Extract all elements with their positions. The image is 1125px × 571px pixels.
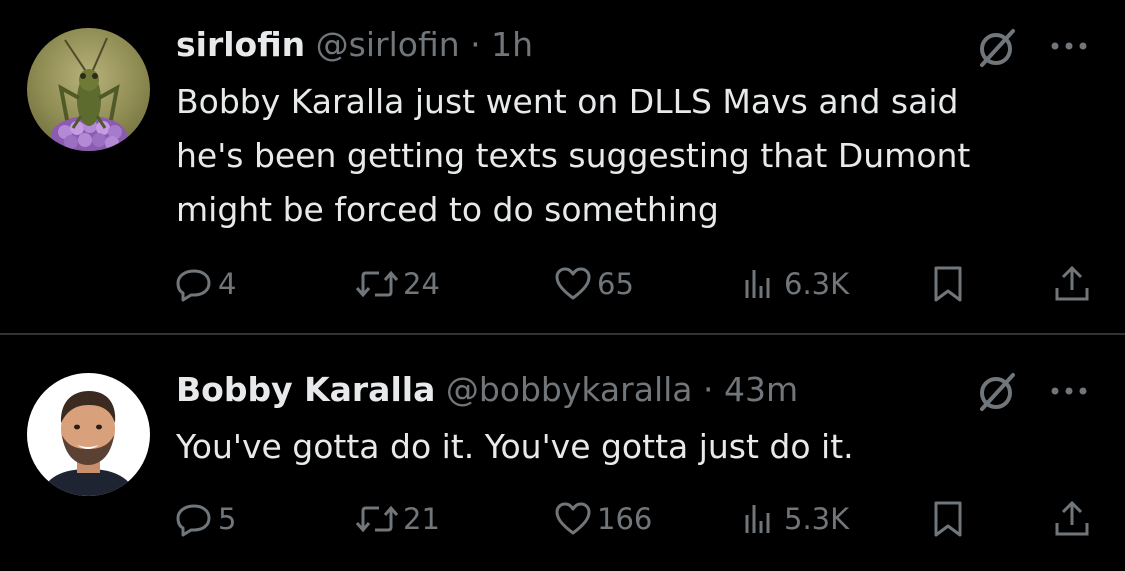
tweet-text: You've gotta do it. You've gotta just do…	[176, 427, 854, 466]
tweet-actions: 4 24 65 6.3K	[0, 259, 1125, 309]
user-handle[interactable]: @bobbykaralla	[446, 370, 693, 409]
share-button[interactable]	[1052, 259, 1092, 309]
bookmark-button[interactable]	[928, 259, 968, 309]
like-count: 65	[597, 267, 634, 301]
retweet-count: 21	[403, 502, 440, 536]
avatar[interactable]	[27, 373, 150, 496]
reply-count: 5	[218, 502, 237, 536]
separator: ·	[470, 25, 481, 64]
reply-button[interactable]: 5	[174, 494, 236, 544]
retweet-button[interactable]: 24	[355, 259, 440, 309]
tweet-text: Bobby Karalla just went on DLLS Mavs and…	[176, 82, 971, 229]
bookmark-button[interactable]	[928, 494, 968, 544]
bookmark-icon	[934, 266, 962, 302]
share-icon	[1055, 500, 1089, 536]
tweet-header: Bobby Karalla @bobbykaralla · 43m	[176, 368, 975, 412]
bookmark-icon	[934, 501, 962, 537]
reply-icon	[176, 504, 211, 537]
retweet-icon	[355, 270, 399, 298]
tweet-header: sirlofin @sirlofin · 1h	[176, 23, 975, 67]
user-handle[interactable]: @sirlofin	[316, 25, 460, 64]
reply-button[interactable]: 4	[174, 259, 236, 309]
tweet-actions: 5 21 166 5.3K	[0, 494, 1125, 544]
reply-count: 4	[218, 267, 237, 301]
display-name[interactable]: Bobby Karalla	[176, 370, 435, 409]
grok-icon[interactable]	[973, 25, 1019, 71]
tweet[interactable]: sirlofin @sirlofin · 1h Bobby Karalla ju…	[0, 0, 1125, 334]
views-icon	[745, 505, 770, 533]
timestamp[interactable]: 1h	[491, 25, 533, 64]
view-count: 5.3K	[784, 502, 850, 536]
avatar[interactable]	[27, 28, 150, 151]
like-count: 166	[597, 502, 653, 536]
timestamp[interactable]: 43m	[724, 370, 798, 409]
view-count: 6.3K	[784, 267, 850, 301]
heart-icon	[555, 267, 591, 300]
more-icon[interactable]	[1047, 24, 1091, 68]
reply-icon	[176, 269, 211, 302]
views-icon	[745, 270, 770, 298]
share-icon	[1055, 265, 1089, 301]
retweet-count: 24	[403, 267, 440, 301]
like-button[interactable]: 65	[553, 259, 634, 309]
grok-icon[interactable]	[973, 369, 1019, 415]
smiling-man-avatar-image	[27, 373, 150, 496]
retweet-icon	[355, 505, 399, 533]
share-button[interactable]	[1052, 494, 1092, 544]
views-button[interactable]: 6.3K	[740, 259, 849, 309]
tweet[interactable]: Bobby Karalla @bobbykaralla · 43m You've…	[0, 335, 1125, 571]
retweet-button[interactable]: 21	[355, 494, 440, 544]
more-icon[interactable]	[1047, 369, 1091, 413]
like-button[interactable]: 166	[553, 494, 652, 544]
grasshopper-avatar-image	[27, 28, 150, 151]
heart-icon	[555, 502, 591, 535]
separator: ·	[703, 370, 714, 409]
views-button[interactable]: 5.3K	[740, 494, 849, 544]
display-name[interactable]: sirlofin	[176, 25, 305, 64]
